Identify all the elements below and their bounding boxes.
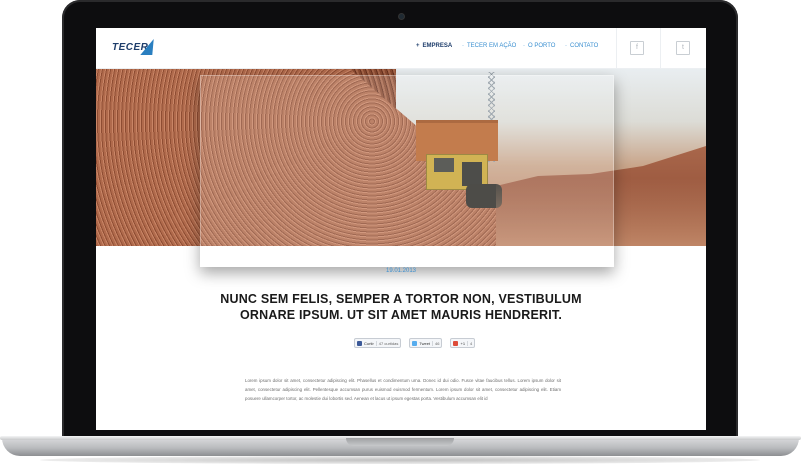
nav-item-empresa[interactable]: + EMPRESA	[416, 43, 452, 49]
laptop-shadow	[40, 456, 760, 464]
nav-item-o-porto[interactable]: · O PORTO	[523, 43, 555, 49]
camera-icon	[399, 14, 404, 19]
facebook-like-button[interactable]: Curtir 47 curtidas	[354, 338, 402, 348]
hero-overlay-card	[200, 75, 614, 267]
facebook-icon[interactable]: f	[630, 41, 644, 55]
site-logo[interactable]: TECER	[112, 39, 160, 57]
nav-item-label: CONTATO	[570, 43, 599, 49]
header-divider	[616, 28, 617, 68]
share-count: 4	[467, 340, 472, 346]
share-label: Tweet	[419, 340, 431, 346]
share-buttons: Curtir 47 curtidas Tweet 46 +1 4	[354, 338, 476, 348]
twitter-icon[interactable]: t	[676, 41, 690, 55]
article-body: Lorem ipsum dolor sit amet, consectetur …	[245, 378, 561, 401]
tweet-button[interactable]: Tweet 46	[409, 338, 443, 348]
nav-item-tecer-em-acao[interactable]: · TECER EM AÇÃO	[462, 43, 516, 49]
nav-item-contato[interactable]: · CONTATO	[565, 43, 598, 49]
google-plus-icon	[453, 340, 459, 346]
twitter-icon	[412, 340, 418, 346]
share-label: Curtir	[364, 340, 374, 346]
nav-bullet-icon: ·	[565, 43, 567, 49]
header-divider	[660, 28, 661, 68]
article-date: 19.01.2013	[385, 268, 417, 274]
nav-bullet-icon: ·	[523, 43, 525, 49]
nav-item-label: O PORTO	[528, 43, 556, 49]
nav-item-label: TECER EM AÇÃO	[467, 43, 517, 49]
facebook-icon	[357, 340, 362, 346]
nav-bullet-icon: +	[416, 43, 420, 49]
share-label: +1	[460, 340, 466, 346]
site-header: TECER + EMPRESA · TECER EM AÇÃO · O PORTO ·…	[96, 28, 706, 69]
nav-bullet-icon: ·	[462, 43, 464, 49]
nav-item-label: EMPRESA	[422, 43, 453, 49]
share-count: 46	[432, 340, 439, 346]
share-count: 47 curtidas	[375, 340, 398, 346]
google-plus-button[interactable]: +1 4	[450, 338, 476, 348]
article-title: NUNC SEM FELIS, SEMPER A TORTOR NON, VES…	[220, 292, 582, 322]
laptop-notch	[346, 438, 454, 446]
browser-screen: TECER + EMPRESA · TECER EM AÇÃO · O PORTO ·…	[96, 28, 706, 430]
